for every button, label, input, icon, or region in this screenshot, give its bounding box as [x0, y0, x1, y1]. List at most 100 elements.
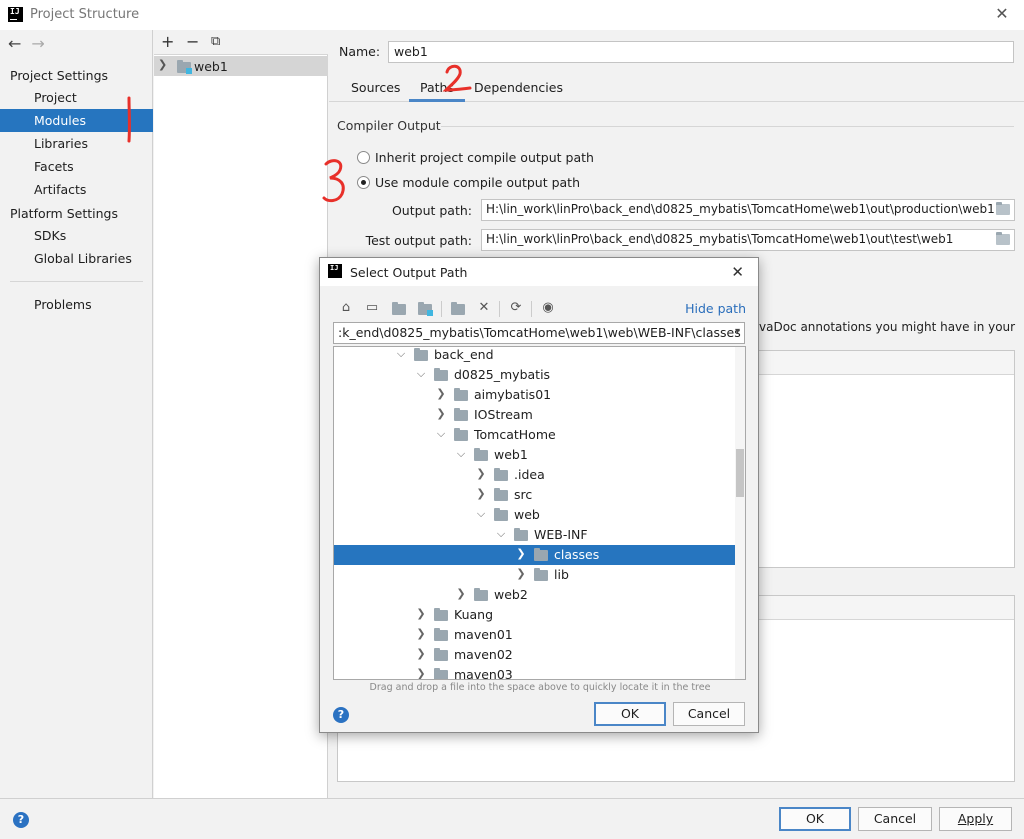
folder-icon: [494, 488, 508, 501]
nav-item-global-libraries[interactable]: Global Libraries: [0, 247, 153, 270]
nav-item-facets[interactable]: Facets: [0, 155, 153, 178]
folder-icon: [514, 528, 528, 541]
delete-icon[interactable]: ✕: [476, 300, 492, 316]
home-icon[interactable]: ⌂: [338, 300, 354, 316]
test-output-path-input[interactable]: H:\lin_work\linPro\back_end\d0825_mybati…: [481, 229, 1015, 251]
tree-row[interactable]: ❯ IOStream: [334, 405, 745, 425]
dialog-cancel-button[interactable]: Cancel: [673, 702, 745, 726]
dialog-title: Select Output Path: [350, 265, 468, 280]
forward-arrow-icon[interactable]: →: [31, 34, 44, 53]
folder-tree[interactable]: ❯ maven03 ❯ maven02 ❯ maven01 ❯ Kuang ❯ web2 ❯ lib ❯…: [333, 346, 746, 680]
copy-icon[interactable]: ⧉: [211, 34, 220, 49]
tree-row[interactable]: ⌵ WEB-INF: [334, 525, 745, 545]
browse-folder-icon[interactable]: [996, 202, 1010, 215]
window-title: Project Structure: [30, 7, 140, 22]
tree-row[interactable]: ❯ .idea: [334, 465, 745, 485]
nav-item-problems[interactable]: Problems: [0, 293, 153, 316]
tab-dependencies[interactable]: Dependencies: [474, 80, 563, 102]
annotation-2: [442, 64, 472, 92]
tree-row-label: back_end: [434, 347, 494, 362]
tree-row[interactable]: ⌵ web1: [334, 445, 745, 465]
close-icon[interactable]: ✕: [731, 263, 744, 281]
chevron-right-icon[interactable]: ❯: [416, 647, 426, 660]
scroll-thumb[interactable]: [736, 449, 744, 497]
tree-row[interactable]: ❯ src: [334, 485, 745, 505]
radio-inherit[interactable]: [357, 151, 370, 164]
dialog-ok-button[interactable]: OK: [594, 702, 666, 726]
radio-use-module[interactable]: [357, 176, 370, 189]
help-icon[interactable]: ?: [13, 812, 29, 828]
folder-icon: [434, 608, 448, 621]
nav-item-artifacts[interactable]: Artifacts: [0, 178, 153, 201]
chevron-right-icon[interactable]: ❯: [476, 467, 486, 480]
chevron-right-icon[interactable]: ❯: [158, 58, 167, 71]
chevron-down-icon[interactable]: ▾: [735, 326, 740, 337]
path-combo-input[interactable]: :k_end\d0825_mybatis\TomcatHome\web1\web…: [333, 322, 745, 344]
project-structure-window: IJ Project Structure ✕ ← → Project Settin…: [0, 0, 1024, 839]
cancel-button[interactable]: Cancel: [858, 807, 932, 831]
tree-row-label: maven01: [454, 627, 513, 642]
back-arrow-icon[interactable]: ←: [8, 34, 21, 53]
show-hidden-icon[interactable]: ◉: [540, 300, 556, 316]
chevron-right-icon[interactable]: ❯: [416, 627, 426, 640]
tree-row[interactable]: ❯ maven01: [334, 625, 745, 645]
radio-use-module-label: Use module compile output path: [375, 175, 581, 190]
tree-row[interactable]: ⌵ web: [334, 505, 745, 525]
chevron-down-icon[interactable]: ⌵: [496, 527, 506, 541]
chevron-right-icon[interactable]: ❯: [416, 667, 426, 679]
tree-row-label: .idea: [514, 467, 545, 482]
chevron-down-icon[interactable]: ⌵: [396, 347, 406, 361]
tree-row[interactable]: ❯ classes: [334, 545, 745, 565]
help-icon[interactable]: ?: [333, 707, 349, 723]
tree-scrollbar[interactable]: [735, 347, 745, 679]
remove-icon[interactable]: −: [186, 32, 199, 51]
nav-item-sdks[interactable]: SDKs: [0, 224, 153, 247]
intellij-logo-icon: IJ: [328, 264, 342, 278]
chevron-right-icon[interactable]: ❯: [516, 547, 526, 560]
tree-row[interactable]: ❯ lib: [334, 565, 745, 585]
dialog-title-bar: IJ Select Output Path ✕: [320, 258, 758, 286]
apply-button[interactable]: Apply: [939, 807, 1012, 831]
module-name-input[interactable]: web1: [388, 41, 1014, 63]
folder-icon: [454, 408, 468, 421]
chevron-right-icon[interactable]: ❯: [456, 587, 466, 600]
module-row[interactable]: ❯ web1: [154, 56, 328, 76]
tree-row[interactable]: ❯ Kuang: [334, 605, 745, 625]
tree-row[interactable]: ⌵ back_end: [334, 347, 745, 365]
new-folder-icon[interactable]: [451, 302, 465, 315]
browse-folder-icon[interactable]: [996, 232, 1010, 245]
tree-row[interactable]: ❯ maven03: [334, 665, 745, 679]
chevron-down-icon[interactable]: ⌵: [476, 507, 486, 521]
tree-row[interactable]: ⌵ TomcatHome: [334, 425, 745, 445]
module-folder-icon[interactable]: [418, 302, 433, 316]
tab-sources[interactable]: Sources: [351, 80, 400, 102]
refresh-icon[interactable]: ⟳: [508, 300, 524, 316]
module-list-panel: + − ⧉ ❯ web1: [154, 30, 328, 798]
chevron-right-icon[interactable]: ❯: [416, 607, 426, 620]
folder-icon: [414, 348, 428, 361]
add-icon[interactable]: +: [161, 32, 174, 51]
project-folder-icon[interactable]: [392, 302, 406, 315]
ok-button[interactable]: OK: [779, 807, 851, 831]
output-path-input[interactable]: H:\lin_work\linPro\back_end\d0825_mybati…: [481, 199, 1015, 221]
chevron-right-icon[interactable]: ❯: [436, 387, 446, 400]
tree-row[interactable]: ❯ maven02: [334, 645, 745, 665]
test-output-path-label: Test output path:: [365, 233, 472, 248]
tree-row[interactable]: ⌵ d0825_mybatis: [334, 365, 745, 385]
tree-row[interactable]: ❯ web2: [334, 585, 745, 605]
module-label: web1: [194, 59, 228, 74]
chevron-down-icon[interactable]: ⌵: [456, 447, 466, 461]
chevron-down-icon[interactable]: ⌵: [416, 367, 426, 381]
chevron-down-icon[interactable]: ⌵: [436, 427, 446, 441]
tree-row[interactable]: ❯ aimybatis01: [334, 385, 745, 405]
chevron-right-icon[interactable]: ❯: [476, 487, 486, 500]
chevron-right-icon[interactable]: ❯: [516, 567, 526, 580]
annotation-3: [322, 159, 345, 203]
toolbar-divider: [531, 301, 532, 317]
chevron-right-icon[interactable]: ❯: [436, 407, 446, 420]
desktop-icon[interactable]: ▭: [364, 300, 380, 316]
close-icon[interactable]: ✕: [994, 6, 1010, 22]
settings-nav: ← → Project Settings Project Modules Libr…: [0, 30, 153, 798]
tree-row-label: lib: [554, 567, 569, 582]
hide-path-link[interactable]: Hide path: [685, 301, 746, 316]
